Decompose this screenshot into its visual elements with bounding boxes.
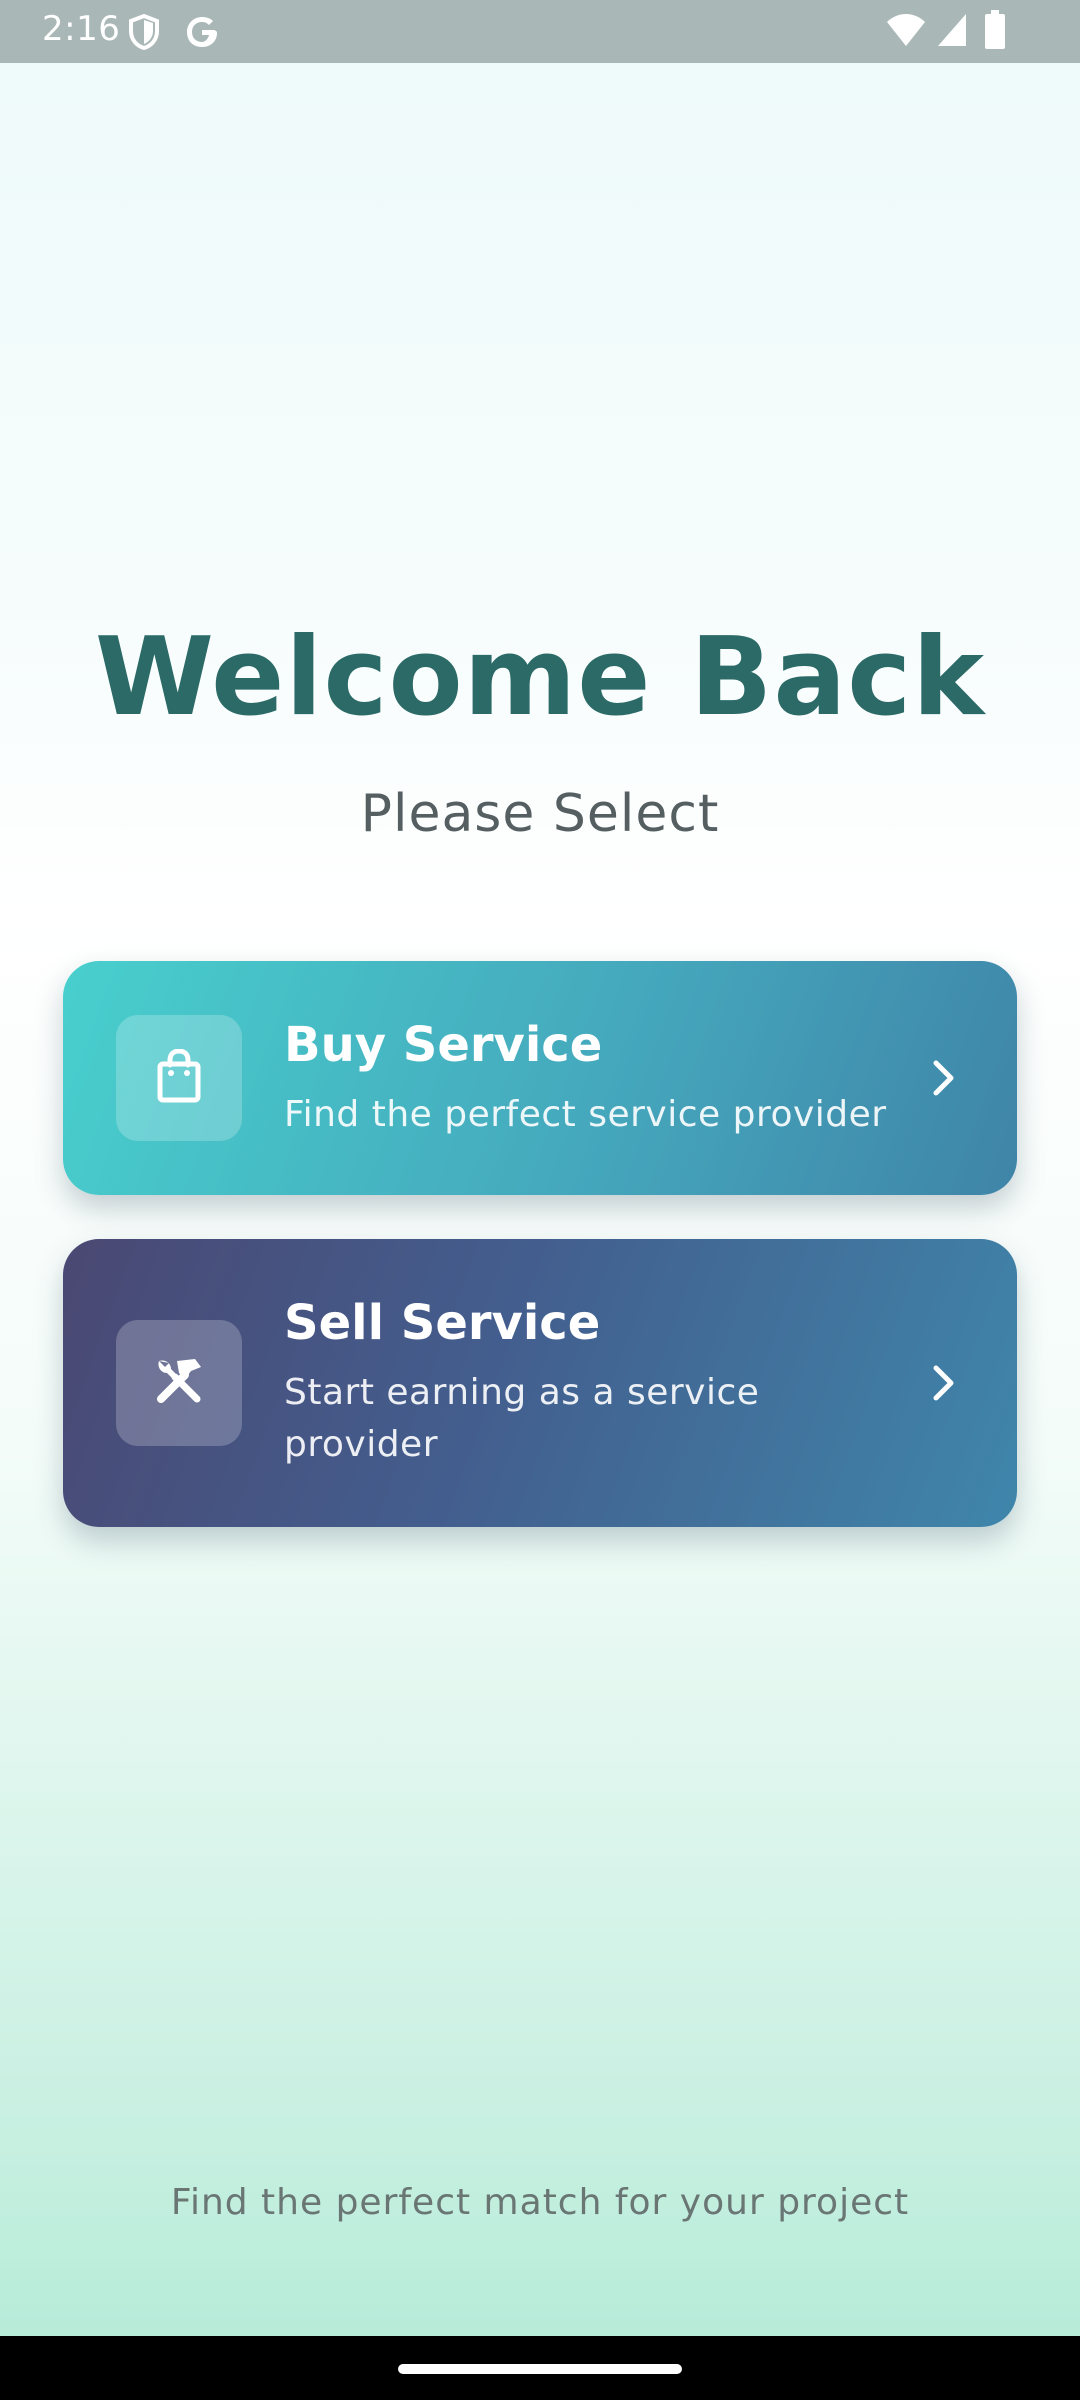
page-title: Welcome Back: [94, 615, 986, 740]
chevron-right-icon: [923, 1058, 963, 1098]
status-time: 2:16: [42, 9, 121, 49]
sell-service-card[interactable]: Sell Service Start earning as a service …: [63, 1239, 1017, 1527]
chevron-right-icon: [923, 1363, 963, 1403]
buy-service-card[interactable]: Buy Service Find the perfect service pro…: [63, 961, 1017, 1195]
sell-service-icon-box: [116, 1320, 242, 1446]
status-bar: 2:16: [0, 0, 1080, 63]
footer-tagline: Find the perfect match for your project: [170, 2182, 910, 2223]
sell-service-title: Sell Service: [284, 1295, 601, 1351]
signal-icon: [936, 12, 968, 53]
google-g-icon: [184, 14, 220, 55]
sell-service-description: Start earning as a service provider: [284, 1372, 760, 1465]
page-subtitle: Please Select: [360, 784, 720, 844]
buy-service-icon-box: [116, 1015, 242, 1141]
tools-icon: [151, 1353, 207, 1414]
buy-service-description: Find the perfect service provider: [284, 1094, 887, 1135]
buy-service-title: Buy Service: [284, 1017, 603, 1073]
home-gesture-handle[interactable]: [398, 2364, 682, 2374]
wifi-icon: [886, 12, 926, 53]
shield-icon: [128, 13, 160, 55]
battery-icon: [984, 10, 1006, 55]
shopping-bag-icon: [155, 1047, 203, 1108]
